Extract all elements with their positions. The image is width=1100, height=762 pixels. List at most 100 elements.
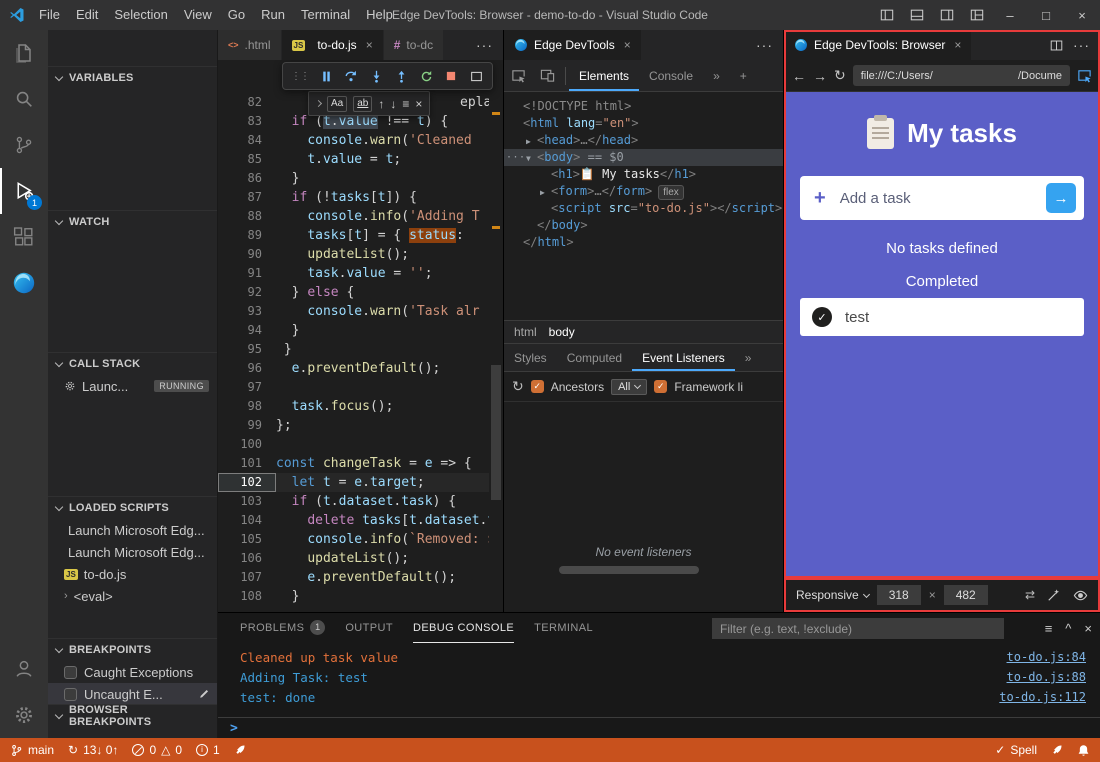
framework-listeners-checkbox[interactable]: ✓	[654, 380, 667, 393]
add-task-input[interactable]: Add a task	[840, 190, 911, 207]
back-icon[interactable]: ←	[792, 68, 806, 84]
line-number[interactable]: 90	[218, 245, 276, 264]
menu-terminal[interactable]: Terminal	[293, 0, 358, 30]
maximize-panel-icon[interactable]: ^	[1065, 621, 1071, 636]
close-tab-icon[interactable]: ×	[954, 38, 961, 52]
line-number[interactable]: 84	[218, 131, 276, 150]
code-line[interactable]: 102 let t = e.target;	[218, 473, 489, 492]
code-line[interactable]: 103 if (t.dataset.task) {	[218, 492, 489, 511]
section-header-loaded-scripts[interactable]: LOADED SCRIPTS	[48, 497, 217, 519]
minimize-button[interactable]: –	[992, 0, 1028, 30]
section-header-breakpoints[interactable]: BREAKPOINTS	[48, 639, 217, 661]
devtools-tab-[interactable]: +	[730, 60, 757, 91]
line-number[interactable]: 86	[218, 169, 276, 188]
code-line[interactable]: 107 e.preventDefault();	[218, 568, 489, 587]
pause-button[interactable]	[318, 68, 334, 84]
dom-tree-row[interactable]: <h1>📋 My tasks</h1>	[504, 166, 783, 183]
node-menu-dots-icon[interactable]: ···	[506, 149, 526, 166]
code-line[interactable]: 108 }	[218, 587, 489, 606]
breakpoint-checkbox[interactable]	[64, 688, 77, 701]
sidebar-item-to-do-js[interactable]: JSto-do.js	[48, 563, 217, 585]
code-line[interactable]: 105 console.info(`Removed: $	[218, 530, 489, 549]
inspect-element-icon[interactable]	[504, 68, 533, 83]
toggle-panel-icon[interactable]	[902, 0, 932, 30]
toggle-secondary-sidebar-icon[interactable]	[932, 0, 962, 30]
code-line[interactable]: 90 updateList();	[218, 245, 489, 264]
code-line[interactable]: 94 }	[218, 321, 489, 340]
sidebar-item-launch-microsoft-edg[interactable]: Launch Microsoft Edg...	[48, 519, 217, 541]
dom-tree-row[interactable]: <script src="to-do.js"></script>	[504, 200, 783, 217]
source-link[interactable]: to-do.js:84	[1007, 650, 1086, 664]
drag-handle-icon[interactable]: ⋮⋮	[291, 71, 309, 82]
devtools-subtab-[interactable]: »	[735, 344, 762, 371]
menu-edit[interactable]: Edit	[68, 0, 106, 30]
activity-edge-devtools[interactable]	[0, 260, 48, 306]
activity-extensions[interactable]	[0, 214, 48, 260]
line-number[interactable]: 103	[218, 492, 276, 511]
devtools-tab-elements[interactable]: Elements	[569, 60, 639, 91]
branch-indicator[interactable]: main	[10, 743, 54, 757]
code-line[interactable]: 100	[218, 435, 489, 454]
sidebar-item-caught-exceptions[interactable]: Caught Exceptions	[48, 661, 217, 683]
line-number[interactable]: 101	[218, 454, 276, 473]
filter-options-icon[interactable]: ≡	[1045, 621, 1053, 636]
collapsed-arrow-icon[interactable]: ▶	[526, 133, 537, 150]
activity-run-debug[interactable]: 1	[0, 168, 48, 214]
code-line[interactable]: 91 task.value = '';	[218, 264, 489, 283]
devtools-subtab-styles[interactable]: Styles	[504, 344, 557, 371]
close-panel-icon[interactable]: ×	[1084, 621, 1092, 636]
panel-tab-debug-console[interactable]: DEBUG CONSOLE	[413, 613, 514, 643]
dom-tree-row[interactable]: </html>	[504, 234, 783, 251]
editor-more-actions-icon[interactable]: ···	[466, 30, 503, 60]
sidebar-item-eval[interactable]: ›<eval>	[48, 585, 217, 607]
dom-tree-row[interactable]: ▶<head>…</head>	[504, 132, 783, 149]
step-over-button[interactable]	[343, 68, 359, 84]
toggle-replace-icon[interactable]	[315, 100, 322, 107]
section-header-variables[interactable]: VARIABLES	[48, 67, 217, 89]
line-number[interactable]: 91	[218, 264, 276, 283]
scrollbar-slider[interactable]	[491, 365, 501, 500]
maximize-button[interactable]: □	[1028, 0, 1064, 30]
screencast-button[interactable]	[468, 68, 484, 84]
line-number[interactable]: 96	[218, 359, 276, 378]
menu-run[interactable]: Run	[253, 0, 293, 30]
inspect-icon[interactable]	[1077, 68, 1092, 83]
viewport-height-input[interactable]	[944, 585, 988, 605]
devtools-subtab-event-listeners[interactable]: Event Listeners	[632, 344, 735, 371]
code-line[interactable]: 96 e.preventDefault();	[218, 359, 489, 378]
code-line[interactable]: 92 } else {	[218, 283, 489, 302]
code-line[interactable]: 93 console.warn('Task alr	[218, 302, 489, 321]
collapsed-arrow-icon[interactable]: ▶	[540, 184, 551, 201]
code-line[interactable]: 84 console.warn('Cleaned	[218, 131, 489, 150]
code-line[interactable]: 87 if (!tasks[t]) {	[218, 188, 489, 207]
wand-icon[interactable]	[1047, 588, 1061, 602]
activity-explorer[interactable]	[0, 30, 48, 76]
source-link[interactable]: to-do.js:88	[1007, 670, 1086, 684]
dom-tree-row[interactable]: <!DOCTYPE html>	[504, 98, 783, 115]
line-number[interactable]: 98	[218, 397, 276, 416]
tab-to-dc[interactable]: #to-dc	[384, 30, 444, 60]
dom-tree-row[interactable]: ▶<form>…</form>flex	[504, 183, 783, 200]
whole-word-toggle[interactable]: ab	[353, 96, 372, 112]
expanded-arrow-icon[interactable]: ▼	[526, 150, 537, 167]
line-number[interactable]: 85	[218, 150, 276, 169]
code-line[interactable]: 97	[218, 378, 489, 397]
tab-html[interactable]: <>.html	[218, 30, 282, 60]
code-editor[interactable]: ⋮⋮ Aa ab ↑ ↓ ≡ ×	[218, 60, 503, 612]
section-header-watch[interactable]: WATCH	[48, 211, 217, 233]
panel-tab-problems[interactable]: PROBLEMS1	[240, 613, 325, 643]
sidebar-item-launc[interactable]: Launc...RUNNING	[48, 375, 217, 397]
line-number[interactable]: 92	[218, 283, 276, 302]
menu-go[interactable]: Go	[220, 0, 253, 30]
activity-accounts[interactable]	[0, 646, 48, 692]
menu-selection[interactable]: Selection	[106, 0, 175, 30]
find-in-selection-icon[interactable]: ≡	[402, 98, 409, 110]
eye-icon[interactable]	[1073, 588, 1088, 603]
info-indicator[interactable]: i 1	[196, 743, 220, 757]
tab-edge-devtools[interactable]: Edge DevTools ×	[504, 30, 642, 60]
console-filter-input[interactable]	[712, 618, 1004, 639]
line-number[interactable]: 108	[218, 587, 276, 606]
line-number[interactable]: 99	[218, 416, 276, 435]
line-number[interactable]: 107	[218, 568, 276, 587]
code-line[interactable]: 101const changeTask = e => {	[218, 454, 489, 473]
